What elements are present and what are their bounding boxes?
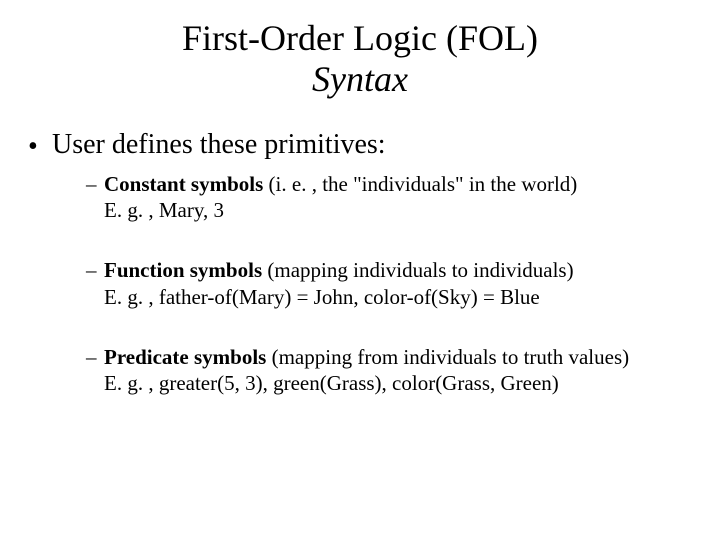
dash-icon: – [86, 344, 97, 370]
slide: First-Order Logic (FOL) Syntax • User de… [0, 0, 720, 540]
item-example: E. g. , greater(5, 3), green(Grass), col… [104, 371, 559, 395]
item-desc: (i. e. , the "individuals" in the world) [263, 172, 577, 196]
bullet-level2-item: – Predicate symbols (mapping from indivi… [28, 344, 692, 397]
item-desc: (mapping from individuals to truth value… [266, 345, 629, 369]
bullet-dot-icon: • [28, 131, 38, 163]
bullet-level1: • User defines these primitives: [28, 129, 692, 161]
bullet-level2-item: – Constant symbols (i. e. , the "individ… [28, 171, 692, 224]
item-term: Function symbols [104, 258, 262, 282]
level1-text: User defines these primitives: [52, 129, 386, 160]
dash-icon: – [86, 257, 97, 283]
dash-icon: – [86, 171, 97, 197]
item-desc: (mapping individuals to individuals) [262, 258, 573, 282]
bullet-level2-item: – Function symbols (mapping individuals … [28, 257, 692, 310]
slide-title: First-Order Logic (FOL) Syntax [0, 0, 720, 101]
item-term: Predicate symbols [104, 345, 266, 369]
title-line-1: First-Order Logic (FOL) [0, 18, 720, 59]
item-term: Constant symbols [104, 172, 263, 196]
item-example: E. g. , Mary, 3 [104, 198, 224, 222]
title-line-2: Syntax [0, 59, 720, 100]
slide-body: • User defines these primitives: – Const… [0, 101, 720, 397]
item-example: E. g. , father-of(Mary) = John, color-of… [104, 285, 540, 309]
